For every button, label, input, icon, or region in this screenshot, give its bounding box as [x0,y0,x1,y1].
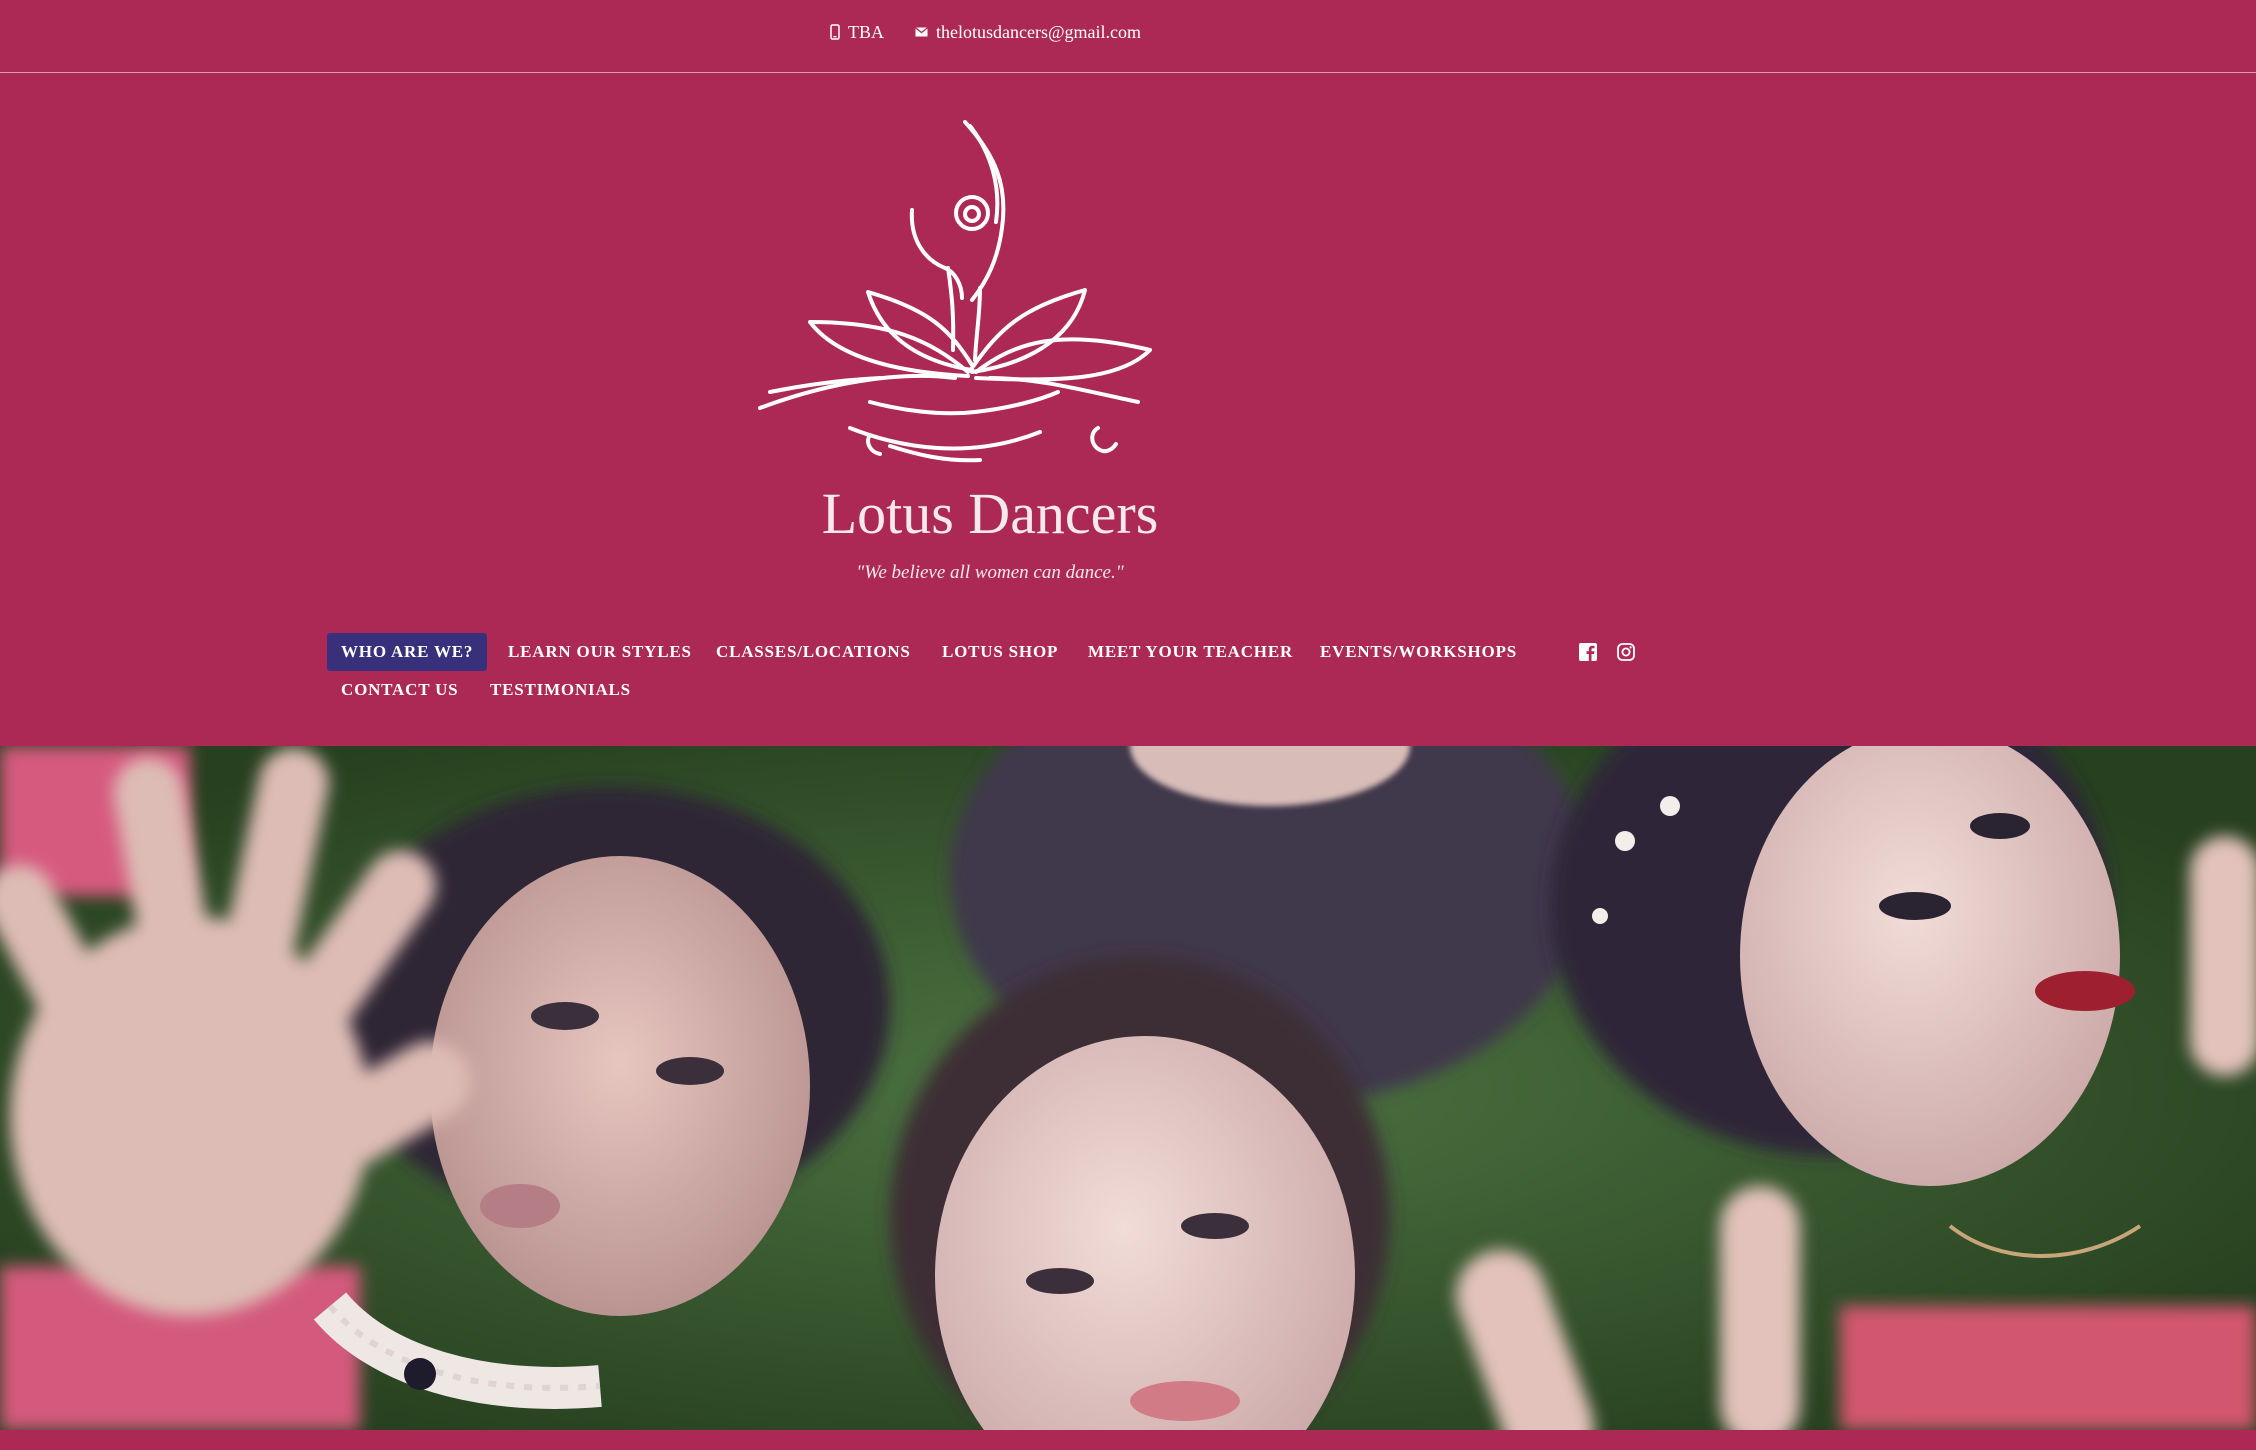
facebook-icon[interactable] [1578,642,1598,662]
bottom-strip [0,1430,2256,1450]
site-tagline: "We believe all women can dance." [856,562,1124,583]
nav-item-classes-locations[interactable]: CLASSES/LOCATIONS [702,633,925,671]
email-link: thelotusdancers@gmail.com [936,22,1142,42]
phone-icon [830,24,840,40]
nav-item-testimonials[interactable]: TESTIMONIALS [476,671,645,709]
phone-text: TBA [848,22,884,42]
nav-item-events-workshops[interactable]: EVENTS/WORKSHOPS [1306,633,1531,671]
hero-image [0,746,2256,1430]
site-branding: Lotus Dancers "We believe all women can … [740,110,1240,590]
phone-contact[interactable]: TBA [830,20,884,44]
lotus-dancer-logo[interactable] [740,110,1240,480]
dancers-photo [0,746,2256,1430]
email-contact[interactable]: thelotusdancers@gmail.com [915,20,1141,44]
nav-item-meet-your-teacher[interactable]: MEET YOUR TEACHER [1074,633,1307,671]
instagram-icon[interactable] [1616,642,1636,662]
nav-item-who-are-we[interactable]: WHO ARE WE? [327,633,488,671]
nav-item-lotus-shop[interactable]: LOTUS SHOP [928,633,1072,671]
main-navigation: WHO ARE WE? LEARN OUR STYLES CLASSES/LOC… [327,633,1977,713]
top-contact-bar: TBA thelotusdancers@gmail.com [0,0,2256,73]
site-title[interactable]: Lotus Dancers [740,482,1240,546]
nav-item-contact-us[interactable]: CONTACT US [327,671,472,709]
mail-icon [915,27,928,37]
nav-item-learn-our-styles[interactable]: LEARN OUR STYLES [494,633,706,671]
